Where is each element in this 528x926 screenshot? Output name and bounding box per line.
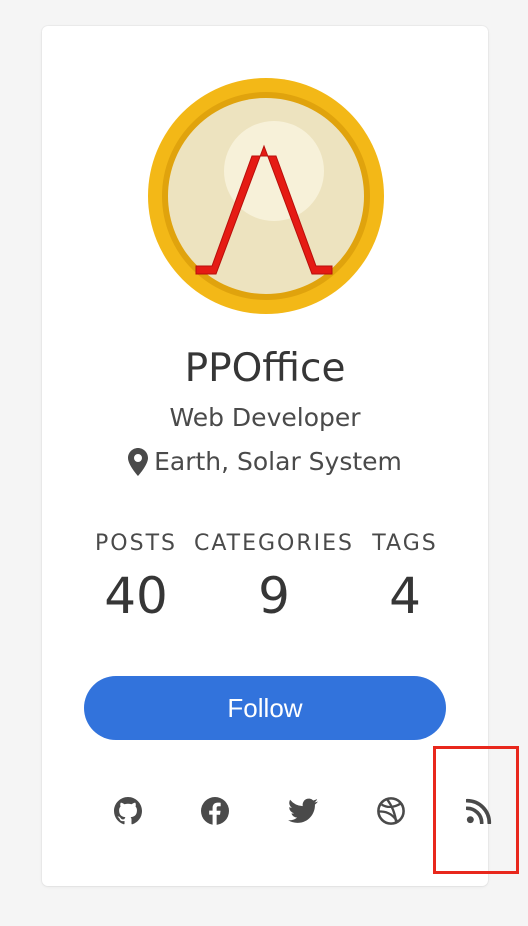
profile-card: PPOffice Web Developer Earth, Solar Syst…: [42, 26, 492, 886]
stat-posts[interactable]: POSTS 40: [86, 526, 186, 626]
twitter-link[interactable]: [288, 796, 318, 826]
profile-role: Web Developer: [169, 403, 361, 432]
github-icon: [114, 797, 142, 825]
dribbble-icon: [377, 797, 405, 825]
facebook-icon: [201, 797, 229, 825]
location-text: Earth, Solar System: [154, 447, 402, 476]
stat-categories[interactable]: CATEGORIES 9: [190, 526, 358, 626]
rss-link[interactable]: [464, 796, 494, 826]
profile-location: Earth, Solar System: [42, 444, 488, 480]
profile-name: PPOffice: [184, 346, 346, 391]
twitter-icon: [288, 798, 318, 823]
stats-row: POSTS 40 CATEGORIES 9 TAGS 4: [42, 526, 488, 646]
stat-value: 9: [258, 567, 290, 625]
stat-label: POSTS: [95, 531, 177, 556]
map-marker-icon: [128, 448, 149, 476]
dribbble-link[interactable]: [376, 796, 406, 826]
stat-label: CATEGORIES: [193, 531, 355, 556]
facebook-link[interactable]: [200, 796, 230, 826]
stat-value: 40: [104, 567, 168, 625]
stat-tags[interactable]: TAGS 4: [362, 526, 448, 626]
rss-icon: [466, 798, 492, 824]
follow-button[interactable]: Follow: [84, 676, 446, 740]
stat-label: TAGS: [372, 531, 438, 556]
github-link[interactable]: [113, 796, 143, 826]
avatar: [148, 78, 384, 314]
stat-value: 4: [389, 567, 421, 625]
